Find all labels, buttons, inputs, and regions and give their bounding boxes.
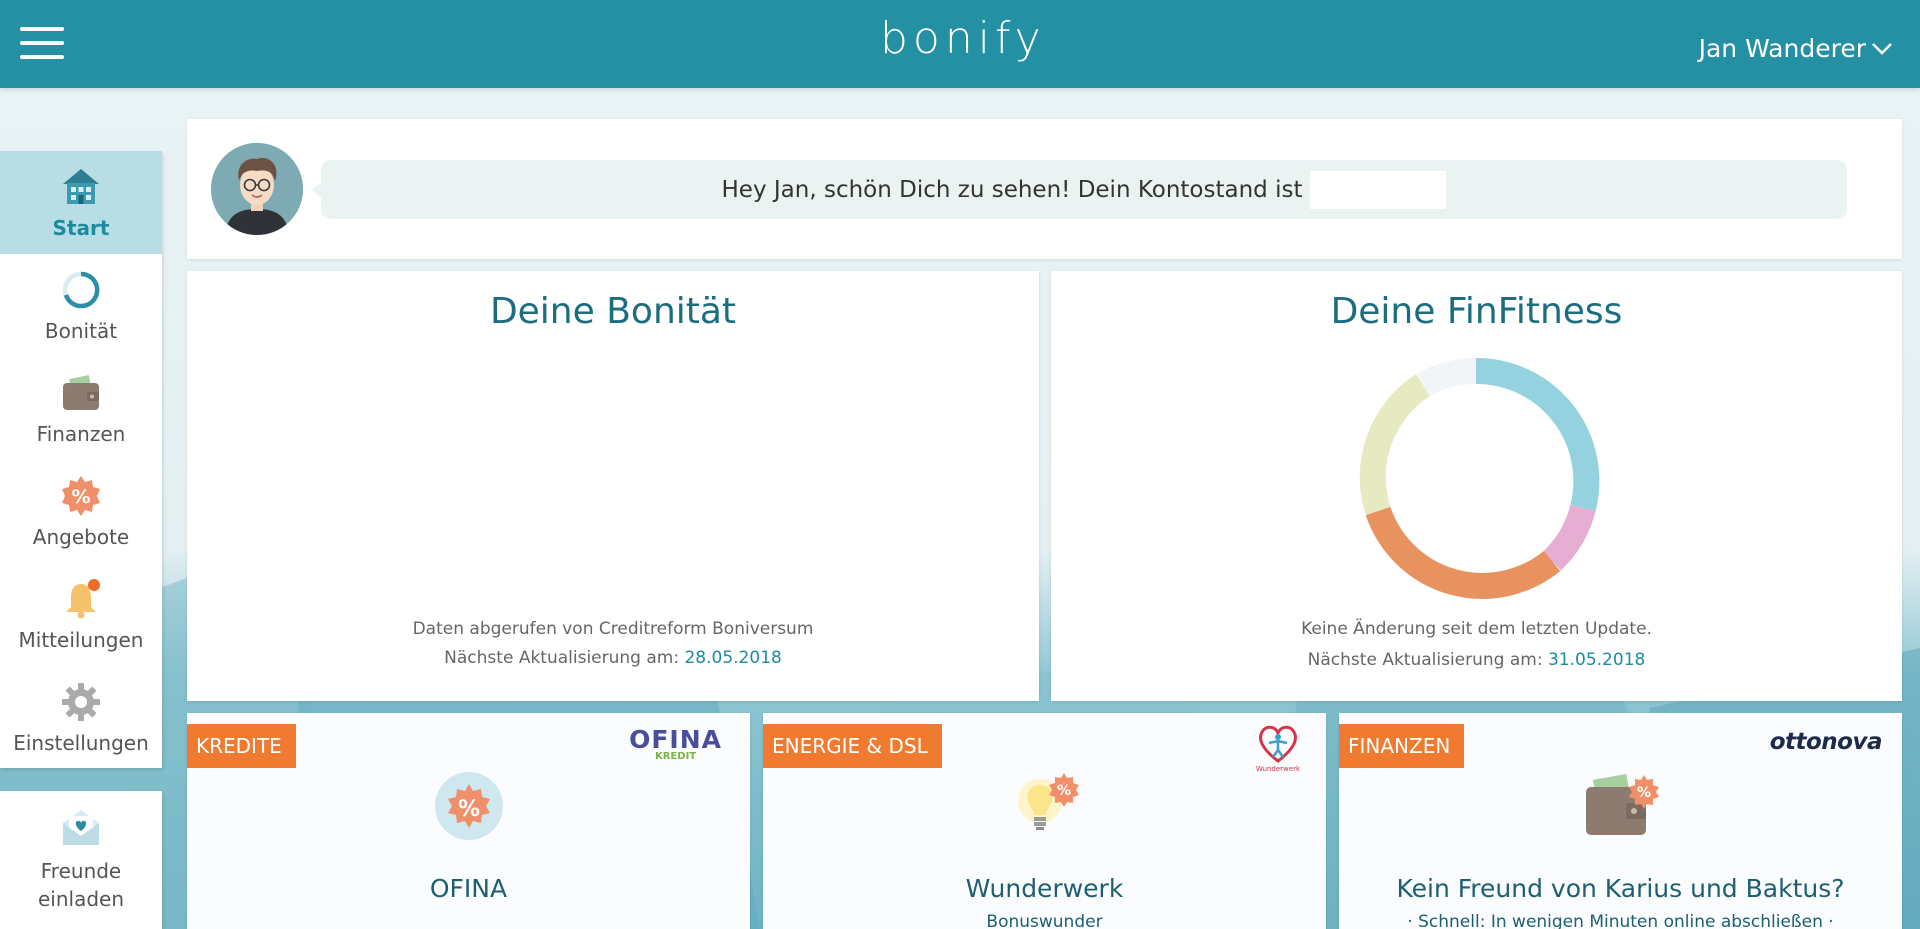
finfitness-donut-chart: [1359, 357, 1600, 599]
bell-icon: [66, 578, 100, 618]
offer-card-ofina[interactable]: KREDITE OFINA KREDIT % OFINA: [187, 713, 750, 929]
greeting-bubble: Hey Jan, schön Dich zu sehen! Dein Konto…: [312, 160, 1847, 219]
bonitaet-next-update: Nächste Aktualisierung am: 28.05.2018: [187, 648, 1039, 668]
offer-subtitle: · Schnell: In wenigen Minuten online abs…: [1407, 912, 1834, 929]
offer-category-tag: KREDITE: [187, 724, 296, 768]
donut-segment-4: [1359, 374, 1431, 515]
bonify-logo[interactable]: bonify: [880, 14, 1041, 64]
bonitaet-card[interactable]: Deine Bonität Daten abgerufen von Credit…: [187, 271, 1039, 701]
invite-friends-button[interactable]: Freunde einladen: [0, 791, 162, 929]
wunderwerk-heart-logo-icon: [1258, 725, 1297, 763]
wallet-icon: [63, 374, 99, 410]
bonitaet-source: Daten abgerufen von Creditreform Boniver…: [412, 619, 814, 639]
offer-title: Kein Freund von Karius und Baktus?: [1396, 874, 1845, 903]
percent-badge-icon: %: [62, 475, 100, 516]
invite-label-line2: einladen: [37, 887, 125, 911]
percent-badge-icon: %: [434, 772, 503, 840]
user-menu[interactable]: Jan Wanderer: [1699, 30, 1894, 66]
svg-text:%: %: [1056, 783, 1070, 799]
sidebar-item-label: Mitteilungen: [18, 627, 144, 652]
sidebar-item-label: Start: [52, 215, 110, 240]
sidebar-item-label: Angebote: [32, 524, 130, 549]
top-navigation-bar: bonify Jan Wanderer: [0, 0, 1920, 88]
next-update-date: 28.05.2018: [684, 648, 782, 668]
sidebar-item-label: Finanzen: [36, 421, 126, 446]
envelope-heart-icon: [63, 810, 99, 845]
invite-label-line1: Freunde: [40, 859, 122, 883]
ofina-partner-logo: OFINA KREDIT: [629, 727, 722, 762]
greeting-card: Hey Jan, schön Dich zu sehen! Dein Konto…: [187, 119, 1902, 259]
offer-category-tag: FINANZEN: [1339, 724, 1465, 768]
offer-subtitle: Bonuswunder: [986, 912, 1103, 929]
chevron-down-icon: [1872, 43, 1892, 55]
offer-card-ottonova[interactable]: FINANZEN ottonova % Kein Freund von Kari…: [1339, 713, 1902, 929]
sidebar-item-label: Einstellungen: [13, 730, 149, 755]
sidebar-item-mitteilungen[interactable]: Mitteilungen: [0, 563, 162, 666]
finfitness-status: Keine Änderung seit dem letzten Update.: [1301, 619, 1652, 639]
account-balance-hidden: [1310, 170, 1447, 209]
bonitaet-ring-icon: [62, 271, 100, 308]
gear-icon: [62, 682, 100, 721]
finfitness-card[interactable]: Deine FinFitness Keine Änderung seit dem…: [1051, 271, 1902, 701]
sidebar-navigation: Start Bonität Finanzen % Angebote Mittei…: [0, 151, 162, 768]
wallet-percent-icon: %: [1585, 773, 1659, 835]
hamburger-menu-icon[interactable]: [20, 27, 64, 59]
offer-title: OFINA: [429, 874, 508, 903]
ottonova-partner-logo: ottonova: [1769, 729, 1883, 755]
next-update-date: 31.05.2018: [1547, 650, 1646, 670]
sidebar-item-label: Bonität: [44, 318, 118, 343]
donut-segment-3: [1365, 506, 1561, 599]
sidebar-item-bonitaet[interactable]: Bonität: [0, 254, 162, 357]
svg-text:%: %: [457, 797, 479, 822]
partner-logo-text: Wunderwerk: [1255, 765, 1300, 773]
avatar: [211, 143, 303, 235]
finfitness-title: Deine FinFitness: [1330, 291, 1623, 332]
svg-text:%: %: [1636, 785, 1650, 801]
donut-segment-2: [1542, 504, 1596, 571]
donut-segment-5: [1416, 358, 1477, 397]
donut-segment-1: [1475, 357, 1600, 512]
bonitaet-title: Deine Bonität: [489, 291, 737, 332]
partner-logo-text: OFINA: [629, 725, 722, 754]
greeting-text: Hey Jan, schön Dich zu sehen! Dein Konto…: [721, 176, 1303, 203]
sidebar-item-finanzen[interactable]: Finanzen: [0, 357, 162, 460]
house-icon: [63, 168, 99, 204]
offer-card-wunderwerk[interactable]: ENERGIE & DSL Wunderwerk % Wunderwerk Bo…: [763, 713, 1326, 929]
sidebar-item-start[interactable]: Start: [0, 151, 162, 254]
sidebar-item-einstellungen[interactable]: Einstellungen: [0, 666, 162, 769]
next-update-label: Nächste Aktualisierung am:: [444, 648, 680, 668]
next-update-label: Nächste Aktualisierung am:: [1307, 650, 1543, 670]
offer-category-tag: ENERGIE & DSL: [763, 724, 942, 768]
offer-title: Wunderwerk: [965, 874, 1124, 903]
user-name: Jan Wanderer: [1698, 33, 1866, 63]
sidebar-item-angebote[interactable]: % Angebote: [0, 460, 162, 563]
finfitness-next-update: Nächste Aktualisierung am: 31.05.2018: [1051, 650, 1902, 670]
wunderwerk-partner-logo: Wunderwerk: [1256, 723, 1300, 773]
lightbulb-percent-icon: %: [1017, 773, 1079, 830]
svg-text:%: %: [71, 486, 90, 508]
